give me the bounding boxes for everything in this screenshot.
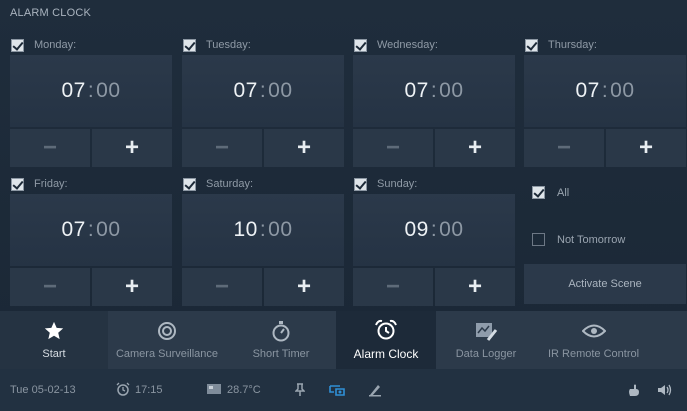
time-display: 09:00 bbox=[353, 194, 515, 266]
increase-button[interactable]: + bbox=[264, 129, 344, 167]
day-label: Tuesday: bbox=[206, 39, 251, 51]
eye-icon bbox=[581, 320, 606, 342]
nav-alarm-clock[interactable]: Alarm Clock bbox=[336, 311, 436, 369]
camera-lens-icon bbox=[157, 320, 177, 342]
network-icon[interactable] bbox=[328, 383, 346, 397]
increase-button[interactable]: + bbox=[264, 268, 344, 306]
day-card-wednesday: Wednesday: 07:00 − + bbox=[353, 35, 515, 167]
day-label: Thursday: bbox=[548, 39, 597, 51]
day-card-monday: Monday: 07:00 − + bbox=[10, 35, 172, 167]
day-checkbox-monday[interactable] bbox=[11, 38, 24, 52]
minute-value: 00 bbox=[96, 79, 121, 102]
decrease-button[interactable]: − bbox=[353, 129, 433, 167]
minute-value: 00 bbox=[439, 218, 464, 241]
increase-button[interactable]: + bbox=[92, 268, 172, 306]
all-label: All bbox=[557, 186, 570, 199]
minute-value: 00 bbox=[439, 79, 464, 102]
speaker-icon[interactable] bbox=[657, 383, 673, 397]
nav-short-timer[interactable]: Short Timer bbox=[226, 311, 336, 369]
bottom-nav: Start Camera Surveillance Short Timer Al… bbox=[0, 311, 687, 369]
option-all[interactable]: All bbox=[532, 186, 569, 199]
minute-value: 00 bbox=[268, 79, 293, 102]
status-date: Tue 05-02-13 bbox=[10, 384, 76, 396]
decrease-button[interactable]: − bbox=[10, 129, 90, 167]
day-card-sunday: Sunday: 09:00 − + bbox=[353, 174, 515, 306]
status-bar: Tue 05-02-13 17:15 28.7°C bbox=[0, 369, 687, 411]
day-checkbox-thursday[interactable] bbox=[525, 38, 538, 52]
status-alarm: 17:15 bbox=[116, 382, 163, 399]
day-checkbox-wednesday[interactable] bbox=[354, 38, 367, 52]
day-label: Wednesday: bbox=[377, 39, 438, 51]
status-temperature: 28.7°C bbox=[206, 382, 261, 399]
alarm-small-icon bbox=[116, 382, 130, 399]
chart-pen-icon bbox=[474, 320, 498, 342]
decrease-button[interactable]: − bbox=[182, 129, 262, 167]
temperature-value: 28.7°C bbox=[227, 384, 261, 396]
day-card-thursday: Thursday: 07:00 − + bbox=[524, 35, 686, 167]
not-tomorrow-checkbox[interactable] bbox=[532, 233, 545, 246]
star-icon bbox=[43, 320, 65, 342]
stopwatch-icon bbox=[271, 320, 291, 342]
hand-icon[interactable] bbox=[627, 383, 641, 397]
time-display: 07:00 bbox=[10, 194, 172, 266]
day-card-saturday: Saturday: 10:00 − + bbox=[182, 174, 344, 306]
hour-value: 10 bbox=[233, 218, 258, 241]
time-display: 07:00 bbox=[353, 55, 515, 127]
option-not-tomorrow[interactable]: Not Tomorrow bbox=[532, 233, 625, 246]
not-tomorrow-label: Not Tomorrow bbox=[557, 233, 626, 246]
hour-value: 07 bbox=[404, 79, 429, 102]
alarm-clock-icon bbox=[374, 319, 398, 341]
day-checkbox-friday[interactable] bbox=[11, 177, 24, 191]
time-display: 07:00 bbox=[10, 55, 172, 127]
time-display: 10:00 bbox=[182, 194, 344, 266]
increase-button[interactable]: + bbox=[435, 268, 515, 306]
day-card-friday: Friday: 07:00 − + bbox=[10, 174, 172, 306]
pencil-icon[interactable] bbox=[368, 383, 382, 397]
hour-value: 07 bbox=[575, 79, 600, 102]
time-display: 07:00 bbox=[182, 55, 344, 127]
time-display: 07:00 bbox=[524, 55, 686, 127]
hour-value: 07 bbox=[61, 218, 86, 241]
decrease-button[interactable]: − bbox=[353, 268, 433, 306]
all-checkbox[interactable] bbox=[532, 186, 545, 199]
day-checkbox-sunday[interactable] bbox=[354, 177, 367, 191]
day-label: Saturday: bbox=[206, 178, 254, 190]
pin-icon[interactable] bbox=[295, 383, 305, 397]
activate-scene-button[interactable]: Activate Scene bbox=[524, 264, 686, 304]
hour-value: 07 bbox=[233, 79, 258, 102]
decrease-button[interactable]: − bbox=[10, 268, 90, 306]
nav-ir-remote-control[interactable]: IR Remote Control bbox=[536, 311, 651, 369]
day-label: Monday: bbox=[34, 39, 77, 51]
day-label: Sunday: bbox=[377, 178, 418, 190]
decrease-button[interactable]: − bbox=[524, 129, 604, 167]
weather-icon bbox=[206, 382, 222, 399]
increase-button[interactable]: + bbox=[435, 129, 515, 167]
day-checkbox-tuesday[interactable] bbox=[183, 38, 196, 52]
minute-value: 00 bbox=[610, 79, 635, 102]
hour-value: 07 bbox=[61, 79, 86, 102]
minute-value: 00 bbox=[96, 218, 121, 241]
nav-start[interactable]: Start bbox=[0, 311, 108, 369]
hour-value: 09 bbox=[404, 218, 429, 241]
alarm-time: 17:15 bbox=[135, 384, 163, 396]
nav-data-logger[interactable]: Data Logger bbox=[436, 311, 536, 369]
day-card-tuesday: Tuesday: 07:00 − + bbox=[182, 35, 344, 167]
increase-button[interactable]: + bbox=[92, 129, 172, 167]
page-title: ALARM CLOCK bbox=[10, 7, 92, 19]
day-checkbox-saturday[interactable] bbox=[183, 177, 196, 191]
day-label: Friday: bbox=[34, 178, 68, 190]
minute-value: 00 bbox=[268, 218, 293, 241]
decrease-button[interactable]: − bbox=[182, 268, 262, 306]
nav-camera-surveillance[interactable]: Camera Surveillance bbox=[108, 311, 226, 369]
alarm-clock-screen: ALARM CLOCK Monday: 07:00 − + Tuesday: 0… bbox=[0, 0, 687, 411]
increase-button[interactable]: + bbox=[606, 129, 686, 167]
